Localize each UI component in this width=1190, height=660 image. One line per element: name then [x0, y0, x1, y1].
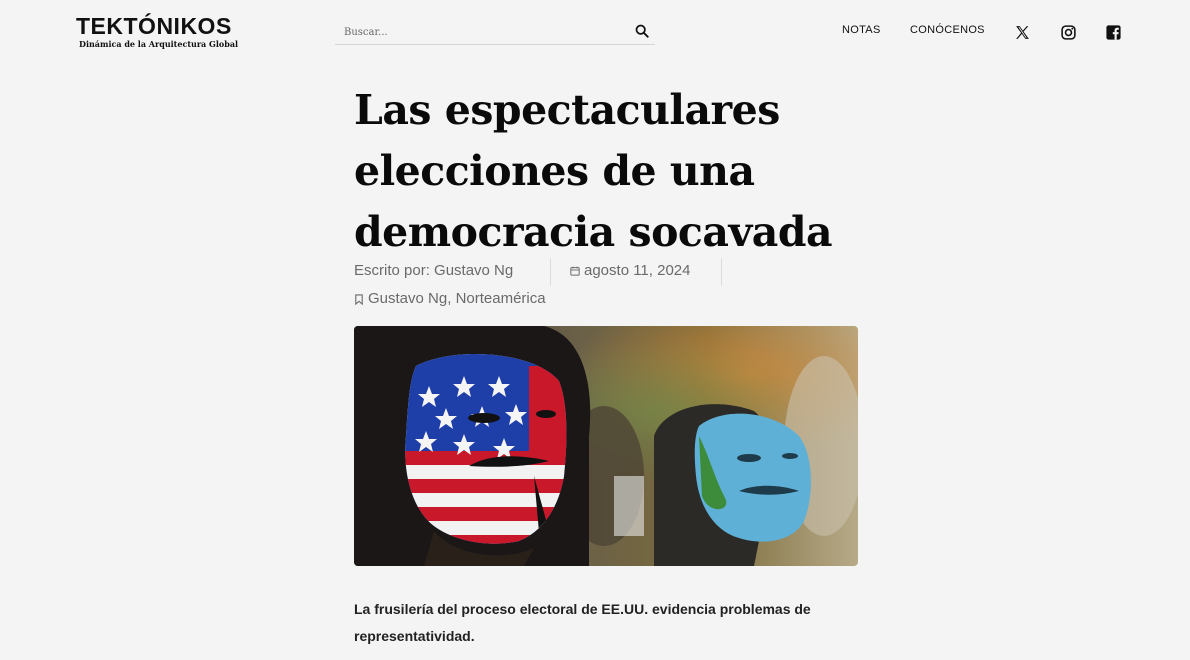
- category-link-gustavo-ng[interactable]: Gustavo Ng: [368, 290, 447, 307]
- logo-tagline: Dinámica de la Arquitectura Global: [79, 39, 239, 49]
- search-form: [335, 20, 655, 45]
- x-link[interactable]: [1014, 24, 1032, 42]
- site-logo[interactable]: TEKTÓNIKOS Dinámica de la Arquitectura G…: [76, 14, 246, 54]
- search-icon: [635, 24, 649, 38]
- article-title: Las espectaculares elecciones de una dem…: [354, 86, 833, 256]
- article-hero-image: [354, 326, 858, 566]
- search-button[interactable]: [635, 24, 651, 40]
- article-categories: Gustavo Ng, Norteamérica: [354, 290, 546, 307]
- site-header: TEKTÓNIKOS Dinámica de la Arquitectura G…: [0, 0, 1190, 66]
- facebook-icon: [1106, 25, 1121, 40]
- article-lede: La frusilería del proceso electoral de E…: [354, 601, 811, 644]
- meta-divider: [721, 258, 722, 286]
- facebook-link[interactable]: [1105, 24, 1123, 42]
- x-icon: [1016, 26, 1029, 39]
- category-link-norteamerica[interactable]: Norteamérica: [456, 290, 546, 307]
- meta-divider: [550, 258, 551, 286]
- article-date-wrap: agosto 11, 2024: [570, 262, 690, 279]
- instagram-icon: [1061, 25, 1076, 40]
- category-separator: ,: [447, 290, 456, 307]
- masked-protesters-image: [354, 326, 858, 566]
- nav-conocenos-link[interactable]: CONÓCENOS: [910, 24, 985, 36]
- article-date: agosto 11, 2024: [584, 262, 691, 279]
- logo-wordmark: TEKTÓNIKOS: [76, 13, 232, 39]
- article-author: Escrito por: Gustavo Ng: [354, 262, 514, 279]
- nav-notas-link[interactable]: NOTAS: [842, 24, 881, 36]
- calendar-icon: [570, 266, 580, 276]
- search-input[interactable]: [335, 20, 625, 44]
- bookmark-icon: [355, 293, 363, 305]
- instagram-link[interactable]: [1060, 24, 1078, 42]
